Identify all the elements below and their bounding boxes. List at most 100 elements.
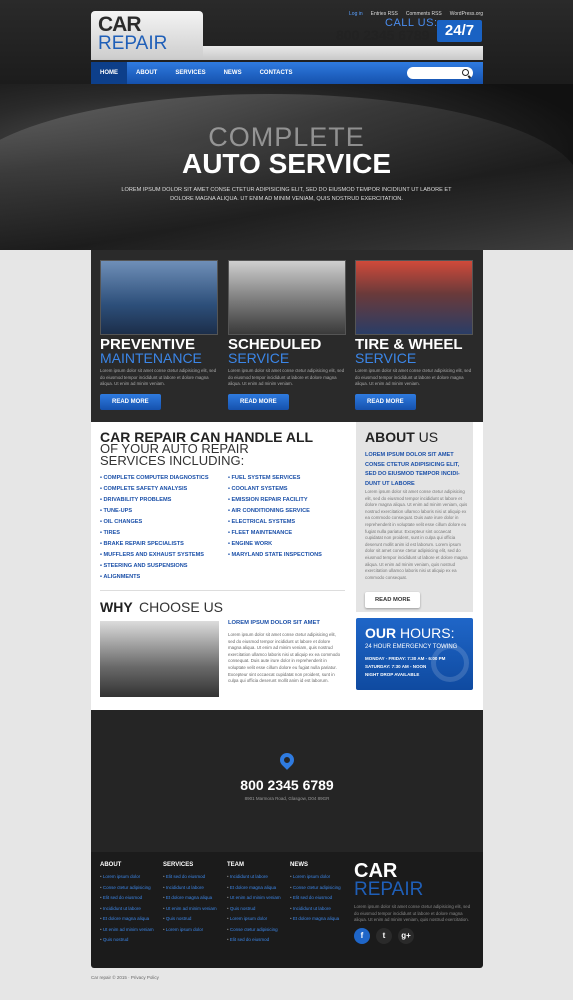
nav-services[interactable]: SERVICES [166,62,214,84]
footer-link[interactable]: Ut enim ad minim veniam [100,925,162,936]
list-item[interactable]: COOLANT SYSTEMS [228,484,322,495]
service-text: Lorem ipsum dolor sit amet conse ctetur … [355,368,472,386]
footer-link[interactable]: Quis nostrud [163,914,225,925]
footer: ABOUT Lorem ipsum dolor Conse ctetur adi… [91,852,483,968]
hours-line: NIGHT DROP AVAILABLE [365,672,420,677]
service-image [228,260,346,335]
list-item[interactable]: STEERING AND SUSPENSIONS [100,561,209,572]
about-read-more-button[interactable]: READ MORE [365,592,421,608]
twitter-icon[interactable]: t [376,928,392,944]
footer-link[interactable]: Incididunt ut labore [227,872,289,883]
list-item[interactable]: MARYLAND STATE INSPECTIONS [228,550,322,561]
footer-link[interactable]: Elit sed do eiusmod [290,893,352,904]
footer-column: TEAM Incididunt ut labore Et dolore magn… [227,862,289,946]
list-item[interactable]: TUNE-UPS [100,506,209,517]
list-item[interactable]: COMPLETE COMPUTER DIAGNOSTICS [100,473,209,484]
hours-subtitle: 24 HOUR EMERGENCY TOWING [365,644,458,650]
copyright: Car repair © 2015 · Privacy Policy [91,975,159,980]
footer-link[interactable]: Ut enim ad minim veniam [227,893,289,904]
footer-link[interactable]: Conse ctetur adipisicing [290,883,352,894]
footer-link[interactable]: Lorem ipsum dolor [290,872,352,883]
footer-link[interactable]: Elit sed do eiusmod [227,935,289,946]
footer-link[interactable]: Conse ctetur adipisicing [227,925,289,936]
map-pin-icon [277,750,297,770]
footer-link[interactable]: Et dolore magna aliqua [100,914,162,925]
footer-link[interactable]: Quis nostrud [100,935,162,946]
service-card: SCHEDULED SERVICE Lorem ipsum dolor sit … [228,260,346,410]
footer-link[interactable]: Ut enim ad minim veniam [163,904,225,915]
search-icon[interactable] [462,69,469,76]
hero-title-line2: AUTO SERVICE [181,148,391,179]
read-more-button[interactable]: READ MORE [100,393,161,410]
handle-subtitle: OF YOUR AUTO REPAIR SERVICES INCLUDING: [100,441,249,468]
footer-column-title: NEWS [290,862,308,868]
list-item[interactable]: FUEL SYSTEM SERVICES [228,473,322,484]
list-item[interactable]: ELECTRICAL SYSTEMS [228,517,322,528]
footer-link[interactable]: Et dolore magna aliqua [163,893,225,904]
hours-list: MONDAY - FRIDAY: 7:30 AM - 6:00 PM SATUR… [365,655,445,679]
facebook-icon[interactable]: f [354,928,370,944]
map-section[interactable]: 800 2345 6789 8901 Marmora Road, Glasgow… [91,710,483,852]
footer-link[interactable]: Elit sed do eiusmod [163,872,225,883]
footer-link[interactable]: Lorem ipsum dolor [100,872,162,883]
list-item[interactable]: AIR CONDITIONING SERVICE [228,506,322,517]
about-box: ABOUT US LOREM IPSUM DOLOR SIT AMET CONS… [356,422,473,612]
hours-title: OUR HOURS: [365,625,455,641]
footer-link[interactable]: Incididunt ut labore [290,904,352,915]
hours-box: OUR HOURS: 24 HOUR EMERGENCY TOWING MOND… [356,618,473,690]
list-item[interactable]: OIL CHANGES [100,517,209,528]
why-text: Lorem ipsum dolor sit amet conse ctetur … [228,632,341,684]
footer-link[interactable]: Quis nostrud [227,904,289,915]
service-card: TIRE & WHEEL SERVICE Lorem ipsum dolor s… [355,260,473,410]
list-item[interactable]: TIRES [100,528,209,539]
map-phone: 800 2345 6789 [240,777,334,793]
wordpress-link[interactable]: WordPress.org [450,11,483,17]
footer-column: SERVICES Elit sed do eiusmod Incididunt … [163,862,225,935]
nav-contacts[interactable]: CONTACTS [251,62,302,84]
footer-link[interactable]: Lorem ipsum dolor [163,925,225,936]
footer-link[interactable]: Et dolore magna aliqua [227,883,289,894]
read-more-button[interactable]: READ MORE [228,393,289,410]
nav-home[interactable]: HOME [91,62,127,84]
about-title: ABOUT US [365,429,439,445]
read-more-button[interactable]: READ MORE [355,393,416,410]
footer-link[interactable]: Conse ctetur adipisicing [100,883,162,894]
hours-line: MONDAY - FRIDAY: 7:30 AM - 6:00 PM [365,656,446,661]
footer-link[interactable]: Incididunt ut labore [163,883,225,894]
logo-line2: REPAIR [98,33,168,54]
mechanics-photo [100,621,219,697]
footer-column-title: ABOUT [100,862,122,868]
why-subtitle: CHOOSE US [139,599,224,615]
footer-link[interactable]: Elit sed do eiusmod [100,893,162,904]
footer-column: ABOUT Lorem ipsum dolor Conse ctetur adi… [100,862,162,946]
footer-link[interactable]: Et dolore magna aliqua [290,914,352,925]
list-item[interactable]: ALIGNMENTS [100,572,209,583]
service-text: Lorem ipsum dolor sit amet conse ctetur … [228,368,345,386]
list-item[interactable]: MUFFLERS AND EXHAUST SYSTEMS [100,550,209,561]
footer-link[interactable]: Incididunt ut labore [100,904,162,915]
list-item[interactable]: ENGINE WORK [228,539,322,550]
divider [100,590,345,591]
service-card: PREVENTIVE MAINTENANCE Lorem ipsum dolor… [100,260,218,410]
hours-line: SATURDAY: 7:30 AM - NOON [365,664,427,669]
map-address: 8901 Marmora Road, Glasgow, D04 89GR [244,796,330,801]
list-item[interactable]: EMISSION REPAIR FACILITY [228,495,322,506]
header-phone: 800 2345 6789 [336,27,430,43]
list-item[interactable]: COMPLETE SAFETY ANALYSIS [100,484,209,495]
footer-link[interactable]: Lorem ipsum dolor [227,914,289,925]
footer-text: Lorem ipsum dolor sit amet conse ctetur … [354,904,471,922]
service-subtitle: SERVICE [355,350,417,366]
login-link[interactable]: Log in [349,11,363,17]
about-text: Lorem ipsum dolor sit amet conse ctetur … [365,489,468,580]
nav-news[interactable]: NEWS [215,62,251,84]
list-item[interactable]: FLEET MAINTENANCE [228,528,322,539]
search-input[interactable] [407,67,473,79]
service-subtitle: MAINTENANCE [100,350,202,366]
list-item[interactable]: DRIVABILITY PROBLEMS [100,495,209,506]
nav-about[interactable]: ABOUT [127,62,166,84]
service-text: Lorem ipsum dolor sit amet conse ctetur … [100,368,217,386]
google-plus-icon[interactable]: g+ [398,928,414,944]
list-item[interactable]: BRAKE REPAIR SPECIALISTS [100,539,209,550]
service-image [355,260,473,335]
footer-logo-line2: REPAIR [354,879,424,900]
